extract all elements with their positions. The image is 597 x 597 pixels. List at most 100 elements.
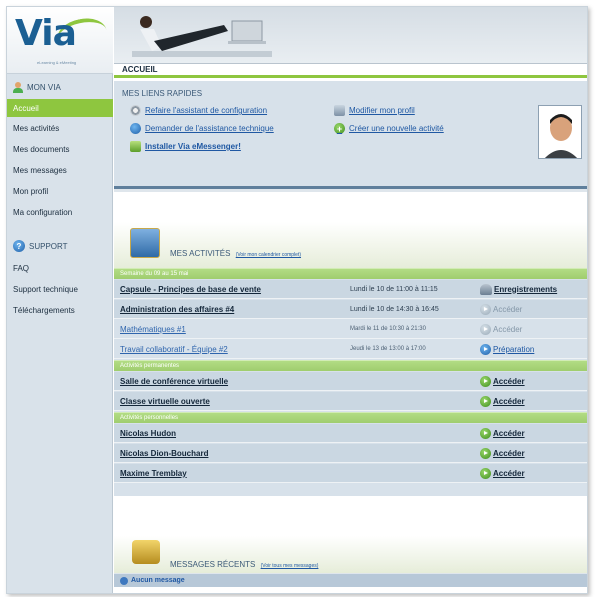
- action-label: Accéder: [493, 304, 523, 314]
- sidebar-section-label: MON VIA: [27, 82, 61, 92]
- gear-icon: [130, 105, 141, 116]
- user-icon: [13, 81, 23, 93]
- activity-name[interactable]: Mathématiques #1: [120, 325, 186, 334]
- avatar[interactable]: [538, 105, 582, 159]
- link-create-activity[interactable]: + Créer une nouvelle activité: [334, 123, 444, 134]
- activities-title: MES ACTIVITÉS: [170, 249, 231, 258]
- avatar-icon: [539, 106, 581, 158]
- link-tech-assistance[interactable]: Demander de l'assistance technique: [130, 123, 274, 134]
- play-icon: [480, 375, 491, 387]
- table-row: Administration des affaires #4 Lundi le …: [114, 300, 587, 319]
- profile-icon: [334, 105, 345, 116]
- table-row: Classe virtuelle ouverte Accéder: [114, 392, 587, 411]
- action-label: Accéder: [493, 428, 525, 438]
- sidebar-item-faq[interactable]: FAQ: [7, 259, 113, 277]
- play-icon: [480, 467, 491, 479]
- messages-icon: [132, 540, 160, 564]
- no-messages-label: Aucun message: [131, 577, 185, 584]
- link-setup-wizard[interactable]: Refaire l'assistant de configuration: [130, 105, 267, 116]
- main-content: MES LIENS RAPIDES Refaire l'assistant de…: [114, 81, 587, 593]
- activity-date: Lundi le 10 de 14:30 à 16:45: [350, 305, 439, 313]
- header-banner: [114, 7, 587, 64]
- page-title: ACCUEIL: [114, 64, 587, 78]
- play-icon: [480, 427, 491, 439]
- action-label: Préparation: [493, 344, 535, 354]
- action-label: Accéder: [493, 324, 523, 334]
- play-icon: [480, 323, 491, 335]
- access-button[interactable]: Accéder: [480, 395, 525, 407]
- access-button[interactable]: Accéder: [480, 323, 523, 335]
- quick-links-panel: MES LIENS RAPIDES Refaire l'assistant de…: [114, 81, 587, 189]
- calendar-link[interactable]: (Voir mon calendrier complet): [236, 252, 301, 258]
- activity-name[interactable]: Salle de conférence virtuelle: [120, 377, 228, 386]
- activity-name[interactable]: Administration des affaires #4: [120, 305, 234, 314]
- action-label: Accéder: [493, 468, 525, 478]
- play-icon: [480, 395, 491, 407]
- link-label: Installer Via eMessenger!: [145, 142, 241, 151]
- action-label: Accéder: [493, 448, 525, 458]
- play-icon: [480, 343, 491, 355]
- quick-links-title: MES LIENS RAPIDES: [122, 89, 203, 98]
- link-label: Modifier mon profil: [349, 106, 415, 115]
- messenger-icon: [130, 141, 141, 152]
- help-icon: [130, 123, 141, 134]
- sidebar-item-mon-profil[interactable]: Mon profil: [7, 182, 113, 200]
- sidebar-item-telechargements[interactable]: Téléchargements: [7, 301, 113, 319]
- sidebar-item-ma-configuration[interactable]: Ma configuration: [7, 203, 113, 221]
- link-label: Demander de l'assistance technique: [145, 124, 274, 133]
- table-row: Capsule - Principes de base de vente Lun…: [114, 280, 587, 299]
- sidebar-section-support: ? SUPPORT: [7, 238, 113, 254]
- messages-header: MESSAGES RÉCENTS (Voir tous mes messages…: [114, 536, 587, 573]
- access-button[interactable]: Accéder: [480, 427, 525, 439]
- sidebar-section-mon-via: MON VIA: [7, 79, 113, 95]
- support-icon: ?: [13, 240, 25, 252]
- link-edit-profile[interactable]: Modifier mon profil: [334, 105, 415, 116]
- sidebar-item-accueil[interactable]: Accueil: [7, 99, 113, 117]
- activity-name[interactable]: Nicolas Dion-Bouchard: [120, 449, 208, 458]
- sidebar-item-mes-documents[interactable]: Mes documents: [7, 140, 113, 158]
- activities-title-line: MES ACTIVITÉS (Voir mon calendrier compl…: [170, 249, 301, 258]
- activity-name[interactable]: Nicolas Hudon: [120, 429, 176, 438]
- all-messages-link[interactable]: (Voir tous mes messages): [261, 563, 319, 569]
- table-row: Salle de conférence virtuelle Accéder: [114, 372, 587, 391]
- table-row: Nicolas Dion-Bouchard Accéder: [114, 444, 587, 463]
- activity-name[interactable]: Maxime Tremblay: [120, 469, 187, 478]
- messages-panel: MESSAGES RÉCENTS (Voir tous mes messages…: [114, 536, 587, 593]
- via-logo[interactable]: Via eLearning & eMeeting: [7, 7, 113, 74]
- recording-icon: [480, 283, 492, 295]
- action-label: Accéder: [493, 376, 525, 386]
- banner-illustration: [132, 16, 272, 57]
- info-icon: [120, 576, 128, 585]
- plus-icon: +: [334, 123, 345, 134]
- logo-brand: Via: [15, 13, 77, 54]
- sidebar-item-support-technique[interactable]: Support technique: [7, 280, 113, 298]
- spacer: [114, 496, 587, 536]
- link-label: Refaire l'assistant de configuration: [145, 106, 268, 115]
- activity-name[interactable]: Travail collaboratif - Équipe #2: [120, 345, 228, 354]
- activities-icon: [130, 228, 160, 258]
- sidebar-section-label: SUPPORT: [29, 241, 68, 251]
- preparation-button[interactable]: Préparation: [480, 343, 535, 355]
- table-row: Mathématiques #1 Mardi le 11 de 10:30 à …: [114, 320, 587, 339]
- access-button[interactable]: Accéder: [480, 375, 525, 387]
- activity-date: Lundi le 10 de 11:00 à 11:15: [350, 285, 438, 293]
- access-button[interactable]: Accéder: [480, 467, 525, 479]
- activities-header: MES ACTIVITÉS (Voir mon calendrier compl…: [114, 222, 587, 268]
- action-label: Enregistrements: [494, 284, 558, 294]
- link-install-messenger[interactable]: Installer Via eMessenger!: [130, 141, 241, 152]
- sidebar-item-mes-messages[interactable]: Mes messages: [7, 161, 113, 179]
- activity-name[interactable]: Capsule - Principes de base de vente: [120, 285, 261, 294]
- sidebar-item-mes-activites[interactable]: Mes activités: [7, 119, 113, 137]
- recordings-button[interactable]: Enregistrements: [480, 283, 558, 295]
- messages-title-line: MESSAGES RÉCENTS (Voir tous mes messages…: [170, 560, 318, 569]
- play-icon: [480, 303, 491, 315]
- logo-tagline: eLearning & eMeeting: [37, 60, 77, 65]
- activities-panel: MES ACTIVITÉS (Voir mon calendrier compl…: [114, 222, 587, 522]
- access-button[interactable]: Accéder: [480, 447, 525, 459]
- activity-name[interactable]: Classe virtuelle ouverte: [120, 397, 210, 406]
- table-row: Nicolas Hudon Accéder: [114, 424, 587, 443]
- access-button[interactable]: Accéder: [480, 303, 523, 315]
- no-messages-row: Aucun message: [114, 574, 587, 587]
- window: Via eLearning & eMeeting MON VIA Accueil…: [6, 6, 588, 594]
- spacer: [114, 587, 587, 593]
